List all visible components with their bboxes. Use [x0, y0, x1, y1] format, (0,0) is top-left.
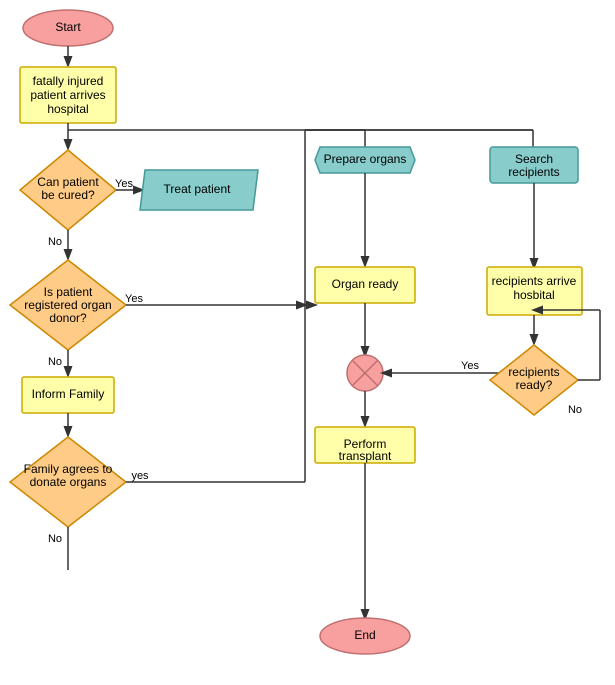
yes-recipients-label: Yes	[461, 360, 479, 372]
svg-text:hospital: hospital	[47, 102, 88, 116]
recipients-arrive-label: recipients arrive	[492, 274, 577, 288]
svg-text:hosbital: hosbital	[513, 288, 554, 302]
svg-text:Is patient: Is patient	[44, 285, 93, 299]
svg-text:registered organ: registered organ	[24, 298, 111, 312]
svg-text:recipients: recipients	[508, 165, 559, 179]
flowchart: Start fatally injured patient arrives ho…	[0, 0, 615, 682]
no-recipients-label: No	[568, 404, 582, 416]
yes-family-label: yes	[131, 470, 149, 482]
svg-text:transplant: transplant	[339, 449, 392, 463]
search-recipients-label: Search	[515, 152, 553, 166]
inform-family-label: Inform Family	[32, 387, 105, 401]
end-label: End	[354, 628, 375, 642]
no-cured-label: No	[48, 236, 62, 248]
svg-text:donor?: donor?	[49, 311, 87, 325]
yes-cured-label: Yes	[115, 178, 133, 190]
yes-donor-label: Yes	[125, 293, 143, 305]
prepare-organs-label: Prepare organs	[324, 152, 407, 166]
treat-patient-label: Treat patient	[164, 182, 232, 196]
patient-arrives-label: fatally injured	[33, 74, 104, 88]
start-label: Start	[55, 20, 81, 34]
svg-text:Family agrees to: Family agrees to	[24, 462, 113, 476]
no-family-label: No	[48, 533, 62, 545]
svg-text:be cured?: be cured?	[41, 188, 95, 202]
svg-text:ready?: ready?	[516, 378, 553, 392]
no-donor-label: No	[48, 356, 62, 368]
organ-ready-label: Organ ready	[332, 277, 399, 291]
svg-text:Can patient: Can patient	[37, 175, 99, 189]
svg-text:patient arrives: patient arrives	[30, 88, 105, 102]
recipients-ready-label: recipients	[508, 365, 559, 379]
svg-text:donate organs: donate organs	[30, 475, 107, 489]
